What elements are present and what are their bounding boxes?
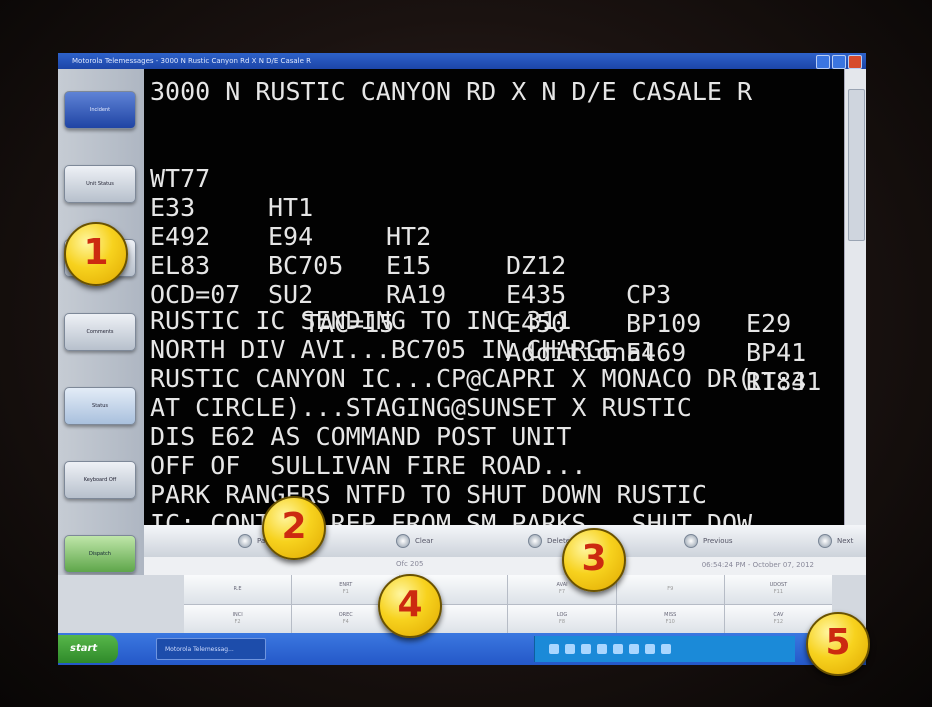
- clear-button[interactable]: Clear: [396, 531, 433, 551]
- fkey-button[interactable]: MISS F10: [616, 604, 724, 633]
- fkey-button[interactable]: INCI F2: [184, 604, 292, 633]
- address-header: 3000 N RUSTIC CANYON RD X N D/E CASALE R: [150, 77, 753, 106]
- fkey-button[interactable]: UDOST F11: [724, 575, 832, 604]
- comments-button[interactable]: Comments: [64, 313, 136, 351]
- side-panel: Incident Unit Status Comments Status Key…: [58, 69, 144, 633]
- tray-icon[interactable]: [613, 644, 623, 654]
- ocd-value: OCD=07: [150, 280, 241, 309]
- info-bar: Ofc 205 06:54:24 PM - October 07, 2012: [144, 557, 866, 575]
- clear-icon: [396, 534, 410, 548]
- callout-5: 5: [806, 612, 870, 676]
- system-tray: [534, 636, 795, 662]
- screen: Motorola Telemessages - 3000 N Rustic Ca…: [58, 53, 866, 665]
- incident-button[interactable]: Incident: [64, 91, 136, 129]
- fkey-button[interactable]: F9: [616, 575, 724, 604]
- time-value: 11:41: [746, 367, 822, 396]
- maximize-icon[interactable]: [832, 55, 846, 69]
- next-button[interactable]: Next: [818, 531, 853, 551]
- tray-icon[interactable]: [645, 644, 655, 654]
- tray-icon[interactable]: [597, 644, 607, 654]
- previous-icon: [684, 534, 698, 548]
- message-toolbar: Page Clear Delete Previous Next: [144, 525, 866, 557]
- page-icon: [238, 534, 252, 548]
- dispatch-button[interactable]: Dispatch: [64, 535, 136, 573]
- callout-2: 2: [262, 496, 326, 560]
- status-button[interactable]: Status: [64, 387, 136, 425]
- message-line: NORTH DIV AVI...BC705 IN CHARGE: [150, 335, 617, 364]
- tray-icon[interactable]: [549, 644, 559, 654]
- window-controls: [816, 55, 862, 69]
- keyboard-off-button[interactable]: Keyboard Off: [64, 461, 136, 499]
- taskbar: start Motorola Telemessag...: [58, 633, 866, 665]
- taskbar-app-button[interactable]: Motorola Telemessag...: [156, 638, 266, 660]
- scrollbar-thumb[interactable]: [848, 89, 865, 241]
- tray-icon[interactable]: [581, 644, 591, 654]
- message-line: RUSTIC CANYON IC...CP@CAPRI X MONACO DR(: [150, 364, 753, 393]
- fkey-left-spacer: [58, 575, 184, 633]
- message-line: DIS E62 AS COMMAND POST UNIT: [150, 422, 572, 451]
- callout-3: 3: [562, 528, 626, 592]
- message-line: AT CIRCLE)...STAGING@SUNSET X RUSTIC: [150, 393, 692, 422]
- callout-4: 4: [378, 574, 442, 638]
- message-line: PARK RANGERS NTFD TO SHUT DOWN RUSTIC: [150, 480, 707, 509]
- window-titlebar: Motorola Telemessages - 3000 N Rustic Ca…: [58, 53, 866, 69]
- fkey-button[interactable]: R.E: [184, 575, 292, 604]
- tray-icon[interactable]: [629, 644, 639, 654]
- minimize-icon[interactable]: [816, 55, 830, 69]
- function-key-panel: R.E ENRT F1 AVAI F7 F9 UDOST F11 INCI F2 ORE…: [184, 575, 832, 633]
- delete-icon: [528, 534, 542, 548]
- fkey-button[interactable]: LOG F8: [508, 604, 616, 633]
- message-line: OFF OF SULLIVAN FIRE ROAD...: [150, 451, 587, 480]
- window-title: Motorola Telemessages - 3000 N Rustic Ca…: [72, 57, 312, 65]
- next-icon: [818, 534, 832, 548]
- close-icon[interactable]: [848, 55, 862, 69]
- tray-icon[interactable]: [565, 644, 575, 654]
- vertical-scrollbar[interactable]: [844, 69, 866, 525]
- message-terminal: 3000 N RUSTIC CANYON RD X N D/E CASALE R…: [144, 69, 844, 525]
- unit-id: Ofc 205: [396, 560, 424, 568]
- tray-icon[interactable]: [661, 644, 671, 654]
- message-line: IC: CONTACT REP FROM SM PARKS SHUT DOW: [150, 509, 753, 525]
- timestamp: 06:54:24 PM - October 07, 2012: [701, 561, 814, 569]
- previous-button[interactable]: Previous: [684, 531, 733, 551]
- callout-1: 1: [64, 222, 128, 286]
- unit-status-button[interactable]: Unit Status: [64, 165, 136, 203]
- message-line: RUSTIC IC SENDING TO INC 311: [150, 306, 572, 335]
- start-button[interactable]: start: [58, 635, 118, 663]
